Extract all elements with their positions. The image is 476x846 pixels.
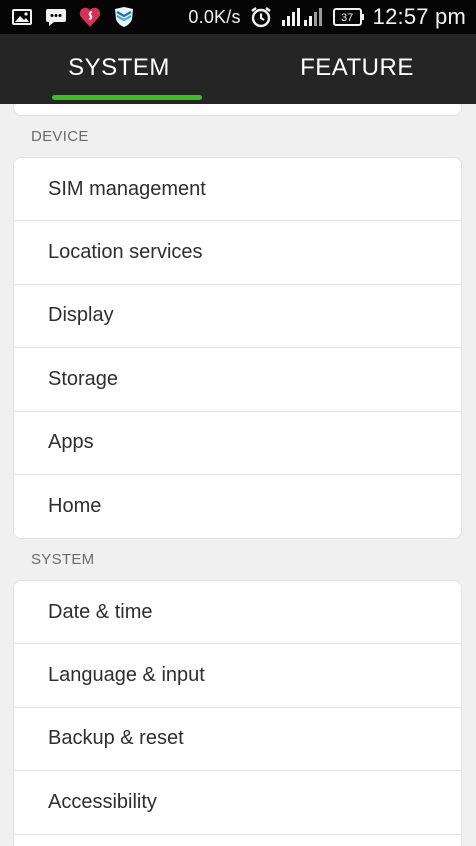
device-card: SIM management Location services Display… <box>13 157 462 540</box>
backup-reset-label: Backup & reset <box>48 727 184 750</box>
storage-label: Storage <box>48 367 119 390</box>
language-input-item[interactable]: Language & input <box>14 644 461 708</box>
clock: 12:57 pm <box>373 4 466 30</box>
section-header-device: DEVICE <box>31 128 89 145</box>
display-item[interactable]: Display <box>14 285 461 349</box>
accessibility-label: Accessibility <box>48 790 157 813</box>
alarm-icon <box>249 5 273 29</box>
apps-item[interactable]: Apps <box>14 412 461 475</box>
tab-feature-label: FEATURE <box>300 54 414 81</box>
previous-card-edge <box>13 104 462 116</box>
tab-feature[interactable]: FEATURE <box>238 34 476 104</box>
accessibility-item[interactable]: Accessibility <box>14 771 461 835</box>
date-time-item[interactable]: Date & time <box>14 581 461 645</box>
battery-icon: 37 <box>332 5 365 29</box>
network-speed: 0.0K/s <box>188 6 241 27</box>
status-bar: 0.0K/s 37 12:57 pm <box>0 0 476 34</box>
notification-icons <box>10 5 136 29</box>
tab-system[interactable]: SYSTEM <box>0 34 238 104</box>
system-status: 0.0K/s 37 12:57 pm <box>188 4 466 30</box>
clock-suffix: pm <box>435 4 466 29</box>
system-card: Date & time Language & input Backup & re… <box>13 580 462 846</box>
settings-list[interactable]: DEVICE SIM management Location services … <box>0 104 476 846</box>
settings-tabs: SYSTEM FEATURE <box>0 34 476 104</box>
tab-system-label: SYSTEM <box>68 54 170 81</box>
shield-icon <box>112 5 136 29</box>
chat-icon <box>44 5 68 29</box>
location-services-item[interactable]: Location services <box>14 221 461 285</box>
location-services-label: Location services <box>48 241 203 264</box>
home-label: Home <box>48 495 102 518</box>
signal-icon <box>281 5 325 29</box>
sim-management-item[interactable]: SIM management <box>14 158 461 222</box>
home-item[interactable]: Home <box>14 475 461 538</box>
display-label: Display <box>48 304 114 327</box>
apps-label: Apps <box>48 431 94 454</box>
language-input-label: Language & input <box>48 664 205 687</box>
heart-icon <box>78 5 102 29</box>
sim-management-label: SIM management <box>48 177 206 200</box>
storage-item[interactable]: Storage <box>14 348 461 412</box>
date-time-label: Date & time <box>48 600 153 623</box>
image-icon <box>10 5 34 29</box>
battery-level: 37 <box>341 11 354 24</box>
section-header-system: SYSTEM <box>31 551 95 568</box>
clock-time: 12:57 <box>372 4 429 29</box>
backup-reset-item[interactable]: Backup & reset <box>14 708 461 772</box>
selected-tab-indicator <box>52 95 202 100</box>
